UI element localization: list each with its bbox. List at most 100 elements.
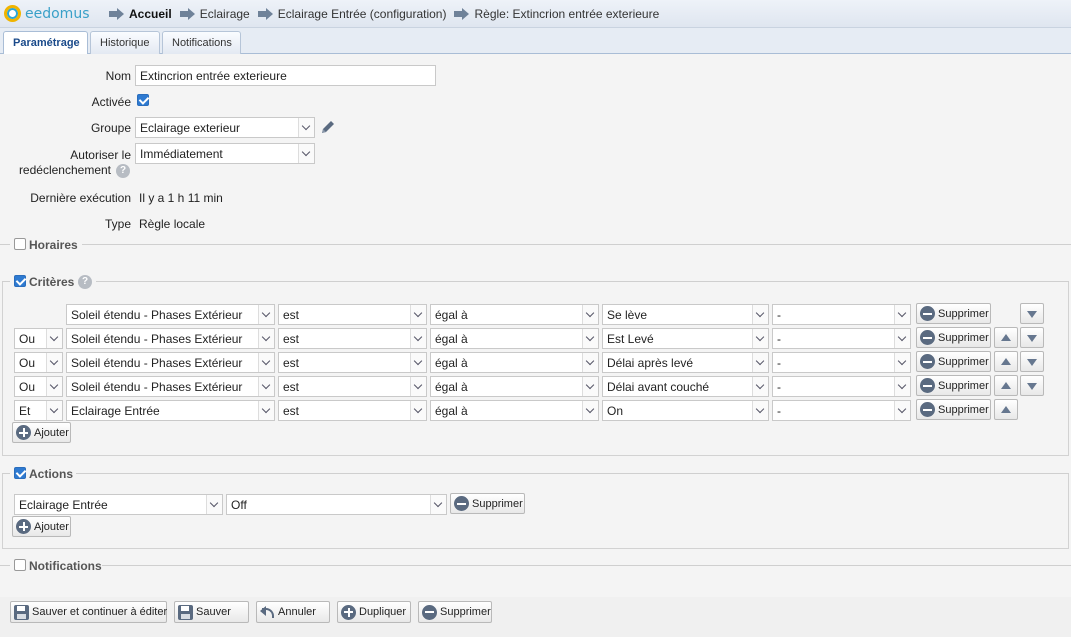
help-icon[interactable]: ? (78, 275, 92, 289)
criteria-operator-select[interactable]: Ou (14, 328, 63, 349)
minus-circle-icon (920, 378, 935, 393)
groupe-select[interactable]: Eclairage exterieur (135, 117, 315, 138)
chevron-down-icon (410, 329, 426, 348)
tab-historique[interactable]: Historique (90, 31, 160, 54)
criteria-remove-button[interactable]: Supprimer (916, 399, 991, 420)
chevron-down-icon (298, 144, 314, 163)
actions-checkbox[interactable] (14, 467, 26, 479)
top-bar: eedomus Accueil Eclairage Eclairage Entr… (0, 0, 1071, 28)
action-value-select[interactable]: Off (226, 494, 447, 515)
move-up-button[interactable] (994, 351, 1018, 372)
activee-checkbox[interactable] (137, 94, 149, 106)
chevron-down-icon (894, 377, 910, 396)
criteria-value-select[interactable]: On (602, 400, 769, 421)
chevron-down-icon (46, 377, 62, 396)
criteria-value-select[interactable]: Délai avant couché (602, 376, 769, 397)
criteria-verb-select[interactable]: est (278, 400, 427, 421)
arrow-right-icon (454, 7, 470, 20)
move-down-button[interactable] (1020, 375, 1044, 396)
criteria-verb-select[interactable]: est (278, 352, 427, 373)
chevron-down-icon (258, 377, 274, 396)
criteria-value-select[interactable]: Se lève (602, 304, 769, 325)
tab-bar: Paramétrage Historique Notifications (0, 28, 1071, 55)
breadcrumb-item-eclairage[interactable]: Eclairage (179, 7, 250, 21)
footer-toolbar: Sauver et continuer à éditer Sauver Annu… (0, 597, 1071, 637)
criteria-comparator-select[interactable]: égal à (430, 400, 599, 421)
add-criteria-button[interactable]: Ajouter (12, 422, 71, 443)
criteria-remove-button[interactable]: Supprimer (916, 327, 991, 348)
nom-input[interactable] (135, 65, 436, 86)
criteria-remove-button[interactable]: Supprimer (916, 303, 991, 324)
chevron-down-icon (46, 353, 62, 372)
chevron-down-icon (752, 401, 768, 420)
criteria-device-select[interactable]: Eclairage Entrée (66, 400, 275, 421)
delete-button[interactable]: Supprimer (418, 601, 492, 623)
chevron-down-icon (894, 353, 910, 372)
chevron-down-icon (752, 377, 768, 396)
criteria-comparator-select[interactable]: égal à (430, 352, 599, 373)
chevron-down-icon (430, 495, 446, 514)
criteria-device-select[interactable]: Soleil étendu - Phases Extérieur (66, 376, 275, 397)
criteres-checkbox[interactable] (14, 275, 26, 287)
move-down-button[interactable] (1020, 351, 1044, 372)
chevron-down-icon (582, 353, 598, 372)
criteria-row: Et Eclairage Entrée est égal à On - Supp… (0, 399, 1071, 421)
criteria-row: Ou Soleil étendu - Phases Extérieur est … (0, 327, 1071, 349)
criteria-comparator-select[interactable]: égal à (430, 376, 599, 397)
criteria-verb-select[interactable]: est (278, 376, 427, 397)
criteria-extra-select[interactable]: - (772, 376, 911, 397)
groupe-label: Groupe (90, 121, 131, 135)
action-device-select[interactable]: Eclairage Entrée (14, 494, 223, 515)
action-remove-button[interactable]: Supprimer (450, 493, 525, 514)
criteria-extra-select[interactable]: - (772, 400, 911, 421)
save-continue-button[interactable]: Sauver et continuer à éditer (10, 601, 167, 623)
criteria-row: Soleil étendu - Phases Extérieur est éga… (0, 303, 1071, 325)
help-icon[interactable]: ? (116, 164, 130, 178)
plus-circle-icon (16, 425, 31, 440)
notifications-checkbox[interactable] (14, 559, 26, 571)
move-up-button[interactable] (994, 375, 1018, 396)
move-down-button[interactable] (1020, 303, 1044, 324)
breadcrumb-item-eclairage-entree[interactable]: Eclairage Entrée (configuration) (257, 7, 446, 21)
move-down-button[interactable] (1020, 327, 1044, 348)
criteria-extra-select[interactable]: - (772, 352, 911, 373)
notifications-title: Notifications (29, 559, 102, 573)
criteria-verb-select[interactable]: est (278, 304, 427, 325)
logo[interactable]: eedomus (4, 5, 108, 22)
criteria-verb-select[interactable]: est (278, 328, 427, 349)
floppy-disk-icon (14, 604, 29, 620)
chevron-down-icon (46, 329, 62, 348)
pencil-icon[interactable] (320, 119, 336, 135)
tab-notifications[interactable]: Notifications (162, 31, 241, 54)
criteria-value-select[interactable]: Délai après levé (602, 352, 769, 373)
criteria-operator-select[interactable]: Ou (14, 352, 63, 373)
horaires-checkbox[interactable] (14, 238, 26, 250)
criteria-device-select[interactable]: Soleil étendu - Phases Extérieur (66, 352, 275, 373)
criteria-value-select[interactable]: Est Levé (602, 328, 769, 349)
criteria-remove-button[interactable]: Supprimer (916, 375, 991, 396)
save-button[interactable]: Sauver (174, 601, 249, 623)
actions-divider (2, 473, 1069, 474)
move-up-button[interactable] (994, 399, 1018, 420)
autoriser-select[interactable]: Immédiatement (135, 143, 315, 164)
criteria-comparator-select[interactable]: égal à (430, 304, 599, 325)
criteria-extra-select[interactable]: - (772, 328, 911, 349)
criteria-device-select[interactable]: Soleil étendu - Phases Extérieur (66, 304, 275, 325)
criteria-device-select[interactable]: Soleil étendu - Phases Extérieur (66, 328, 275, 349)
add-action-button[interactable]: Ajouter (12, 516, 71, 537)
criteria-comparator-select[interactable]: égal à (430, 328, 599, 349)
chevron-down-icon (206, 495, 222, 514)
criteria-operator-select[interactable]: Ou (14, 376, 63, 397)
move-up-button[interactable] (994, 327, 1018, 348)
chevron-down-icon (298, 118, 314, 137)
criteria-extra-select[interactable]: - (772, 304, 911, 325)
cancel-button[interactable]: Annuler (256, 601, 330, 623)
chevron-down-icon (752, 329, 768, 348)
minus-circle-icon (920, 402, 935, 417)
breadcrumb-item-accueil[interactable]: Accueil (108, 7, 172, 21)
criteria-remove-button[interactable]: Supprimer (916, 351, 991, 372)
tab-parametrage[interactable]: Paramétrage (3, 31, 88, 55)
criteria-operator-select[interactable]: Et (14, 400, 63, 421)
duplicate-button[interactable]: Dupliquer (337, 601, 411, 623)
main-content: Nom Activée Groupe Eclairage exterieur A… (0, 54, 1071, 637)
